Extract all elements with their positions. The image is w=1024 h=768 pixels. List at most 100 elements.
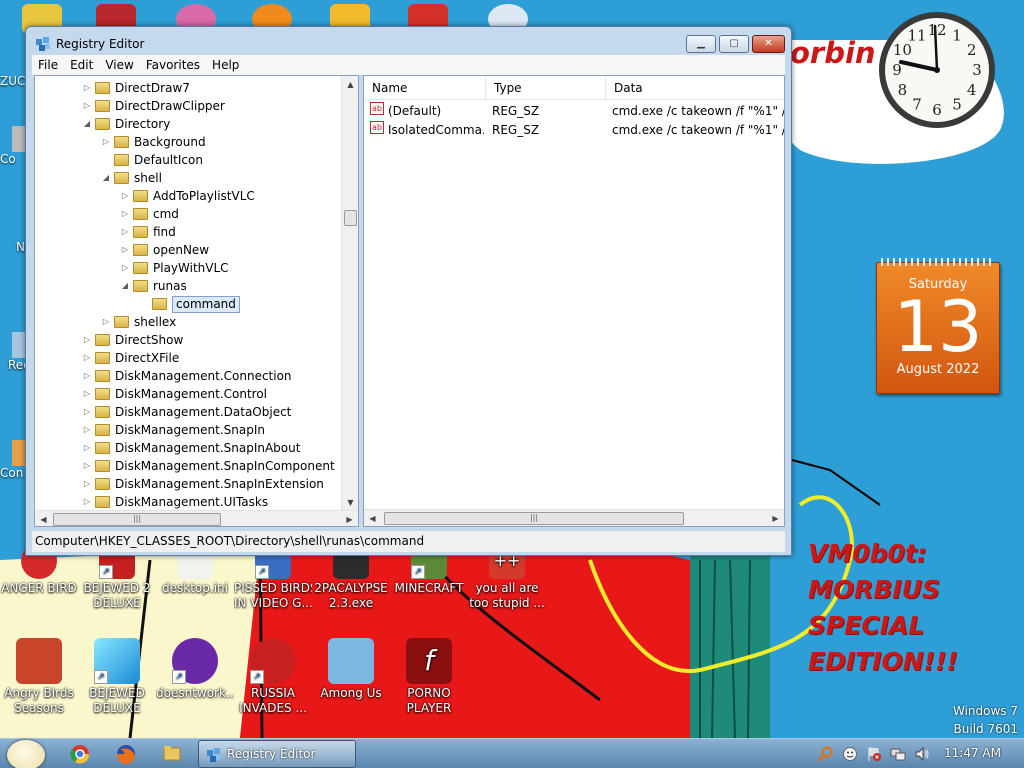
tree-node-find[interactable]: ▷ find: [35, 223, 343, 241]
start-button[interactable]: [7, 740, 45, 768]
desktop-icon-doesntwork[interactable]: ↗ doesntwork...: [156, 638, 234, 701]
expand-arrow-icon[interactable]: ▷: [101, 133, 111, 151]
collapse-arrow-icon[interactable]: ◢: [101, 169, 111, 187]
tree-node-diskmanagement-snapin[interactable]: ▷ DiskManagement.SnapIn: [35, 421, 343, 439]
expand-arrow-icon[interactable]: ▷: [101, 313, 111, 331]
calendar-gadget[interactable]: Saturday 13 August 2022: [876, 258, 1000, 394]
value-row[interactable]: ab IsolatedComma... REG_SZ cmd.exe /c ta…: [364, 121, 784, 140]
scroll-thumb[interactable]: |||: [53, 513, 221, 526]
menu-edit[interactable]: Edit: [64, 55, 99, 75]
taskbar-registry-editor[interactable]: Registry Editor: [198, 740, 356, 768]
folder-icon[interactable]: [152, 742, 192, 766]
desktop-icon-angry-birds-seasons[interactable]: Angry Birds Seasons: [0, 638, 78, 716]
expand-arrow-icon[interactable]: ▷: [120, 223, 130, 241]
action-center-flag-icon[interactable]: [866, 746, 882, 762]
minimize-button[interactable]: ▁: [686, 35, 716, 53]
expand-arrow-icon[interactable]: ▷: [82, 493, 92, 511]
menu-favorites[interactable]: Favorites: [140, 55, 206, 75]
menu-file[interactable]: File: [32, 55, 64, 75]
expand-arrow-icon[interactable]: ▷: [82, 403, 92, 421]
expand-arrow-icon[interactable]: ▷: [120, 241, 130, 259]
search-icon[interactable]: [818, 746, 834, 762]
tree-node-diskmanagement-snapincomponent[interactable]: ▷ DiskManagement.SnapInComponent: [35, 457, 343, 475]
tree-node-directdrawclipper[interactable]: ▷ DirectDrawClipper: [35, 97, 343, 115]
tree-node-cmd[interactable]: ▷ cmd: [35, 205, 343, 223]
clock-gadget[interactable]: 12 1234567891011: [874, 6, 1004, 132]
menu-view[interactable]: View: [99, 55, 139, 75]
column-header-type[interactable]: Type: [486, 76, 606, 100]
smiley-icon[interactable]: [842, 746, 858, 762]
tree-node-diskmanagement-control[interactable]: ▷ DiskManagement.Control: [35, 385, 343, 403]
expand-arrow-icon[interactable]: ▷: [82, 439, 92, 457]
tree-node-defaulticon[interactable]: DefaultIcon: [35, 151, 343, 169]
tree-node-directdraw7[interactable]: ▷ DirectDraw7: [35, 79, 343, 97]
tree-node-diskmanagement-connection[interactable]: ▷ DiskManagement.Connection: [35, 367, 343, 385]
scroll-down-arrow-icon[interactable]: ▼: [342, 494, 358, 511]
tree-node-addtoplaylistvlc[interactable]: ▷ AddToPlaylistVLC: [35, 187, 343, 205]
desktop-icon-porno-player[interactable]: f PORNO PLAYER: [390, 638, 468, 716]
expand-arrow-icon[interactable]: ▷: [120, 187, 130, 205]
tree-node-diskmanagement-snapinextension[interactable]: ▷ DiskManagement.SnapInExtension: [35, 475, 343, 493]
edge-label: ZUC: [0, 74, 26, 88]
tree-node-directxfile[interactable]: ▷ DirectXFile: [35, 349, 343, 367]
desktop-icon-russia-invades[interactable]: ↗ RUSSIA INVADES ...: [234, 638, 312, 716]
expand-arrow-icon[interactable]: ▷: [82, 349, 92, 367]
tree-node-background[interactable]: ▷ Background: [35, 133, 343, 151]
tree-node-diskmanagement-snapinabout[interactable]: ▷ DiskManagement.SnapInAbout: [35, 439, 343, 457]
tree-node-playwithvlc[interactable]: ▷ PlayWithVLC: [35, 259, 343, 277]
scroll-right-arrow-icon[interactable]: ▶: [767, 510, 784, 526]
tree-node-label: shellex: [134, 315, 177, 329]
tree-vertical-scrollbar[interactable]: ▲ ▼: [341, 76, 358, 511]
scroll-right-arrow-icon[interactable]: ▶: [341, 511, 358, 526]
folder-icon: [133, 226, 148, 238]
folder-icon: [95, 478, 110, 490]
column-header-data[interactable]: Data: [606, 76, 784, 100]
expand-arrow-icon[interactable]: ▷: [82, 331, 92, 349]
expand-arrow-icon[interactable]: ▷: [82, 421, 92, 439]
taskbar-clock[interactable]: 11:47 AM: [944, 746, 1001, 760]
expand-arrow-icon[interactable]: ▷: [82, 385, 92, 403]
expand-arrow-icon[interactable]: ▷: [120, 205, 130, 223]
registry-tree: ▷ DirectDraw7 ▷ DirectDrawClipper ◢ Directory…: [35, 79, 343, 511]
tree-node-label: DirectXFile: [115, 351, 180, 365]
tree-node-diskmanagement-uitasks[interactable]: ▷ DiskManagement.UITasks: [35, 493, 343, 511]
tree-node-directory[interactable]: ◢ Directory: [35, 115, 343, 133]
scroll-thumb[interactable]: [344, 210, 357, 226]
title-bar[interactable]: Registry Editor ▁ ▢ ✕: [26, 27, 791, 58]
expand-arrow-icon[interactable]: ▷: [82, 367, 92, 385]
tree-node-shellex[interactable]: ▷ shellex: [35, 313, 343, 331]
tree-horizontal-scrollbar[interactable]: ◀ ||| ▶: [35, 510, 358, 526]
close-button[interactable]: ✕: [752, 35, 785, 53]
desktop-icon-among-us[interactable]: Among Us: [312, 638, 390, 701]
desktop-icon-bejewed-deluxe[interactable]: ↗ BEJEWED DELUXE: [78, 638, 156, 716]
scroll-left-arrow-icon[interactable]: ◀: [35, 511, 52, 526]
tree-node-runas[interactable]: ◢ runas: [35, 277, 343, 295]
scroll-up-arrow-icon[interactable]: ▲: [342, 76, 358, 93]
tree-node-shell[interactable]: ◢ shell: [35, 169, 343, 187]
scroll-left-arrow-icon[interactable]: ◀: [364, 510, 381, 526]
registry-tree-pane[interactable]: ▷ DirectDraw7 ▷ DirectDrawClipper ◢ Directory…: [34, 75, 359, 527]
firefox-icon[interactable]: [106, 742, 146, 766]
values-pane[interactable]: Name Type Data ab (Default) REG_SZ cmd.e…: [363, 75, 785, 527]
values-horizontal-scrollbar[interactable]: ◀ ||| ▶: [364, 509, 784, 526]
scroll-thumb[interactable]: |||: [384, 512, 684, 525]
expand-arrow-icon[interactable]: ▷: [82, 457, 92, 475]
network-icon[interactable]: [890, 746, 906, 762]
expand-arrow-icon[interactable]: ▷: [82, 475, 92, 493]
expand-arrow-icon[interactable]: ▷: [82, 97, 92, 115]
value-row[interactable]: ab (Default) REG_SZ cmd.exe /c takeown /…: [364, 102, 784, 121]
column-header-name[interactable]: Name: [364, 76, 486, 100]
collapse-arrow-icon[interactable]: ◢: [120, 277, 130, 295]
tree-node-command[interactable]: command: [35, 295, 343, 313]
registry-editor-window[interactable]: Registry Editor ▁ ▢ ✕ File Edit View Favori…: [25, 26, 792, 556]
tree-node-opennew[interactable]: ▷ openNew: [35, 241, 343, 259]
collapse-arrow-icon[interactable]: ◢: [82, 115, 92, 133]
menu-help[interactable]: Help: [206, 55, 245, 75]
expand-arrow-icon[interactable]: ▷: [82, 79, 92, 97]
tree-node-diskmanagement-dataobject[interactable]: ▷ DiskManagement.DataObject: [35, 403, 343, 421]
chrome-icon[interactable]: [60, 742, 100, 766]
expand-arrow-icon[interactable]: ▷: [120, 259, 130, 277]
volume-icon[interactable]: [914, 746, 930, 762]
maximize-button[interactable]: ▢: [719, 35, 749, 53]
tree-node-directshow[interactable]: ▷ DirectShow: [35, 331, 343, 349]
